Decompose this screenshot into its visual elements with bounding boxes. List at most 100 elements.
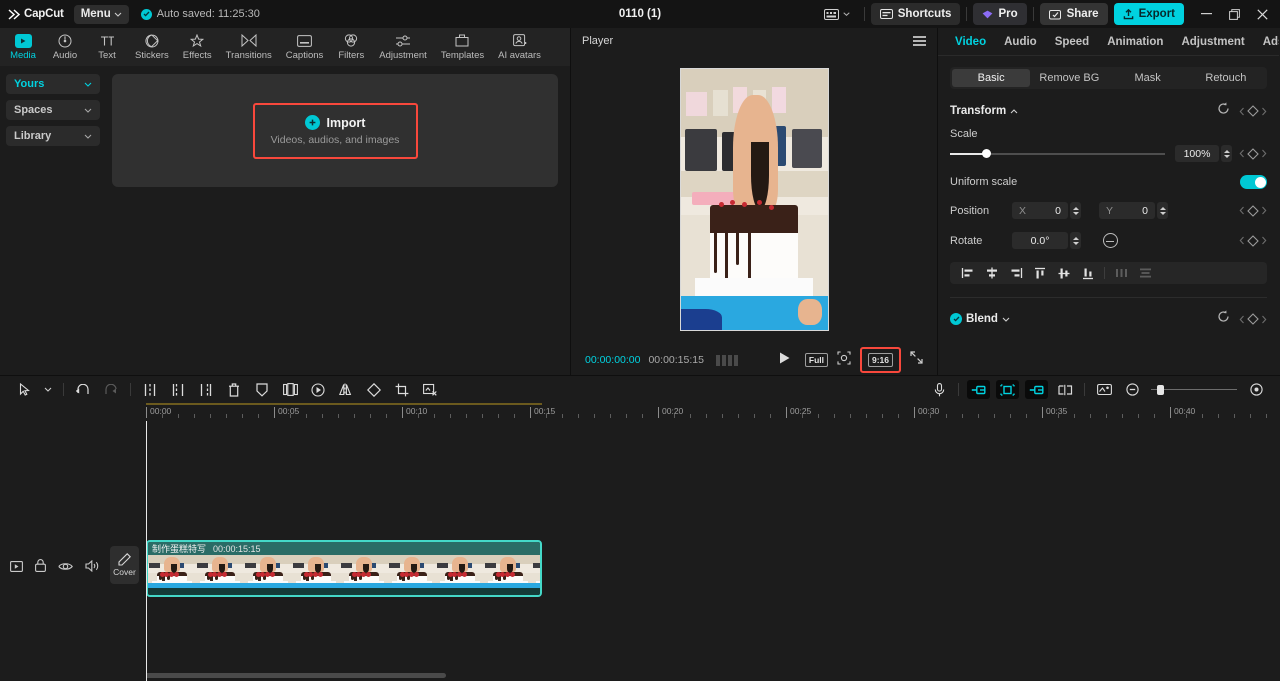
reset-icon[interactable] bbox=[1217, 102, 1230, 120]
timeline-ruler[interactable]: 00:00 00:05 00:10 00:15 00:20 00:25 00:30 00:35… bbox=[0, 403, 1280, 421]
video-preview[interactable] bbox=[679, 68, 829, 331]
tab-animation[interactable]: Animation bbox=[1098, 36, 1172, 48]
cover-frame-icon[interactable] bbox=[1090, 377, 1118, 402]
scale-slider[interactable] bbox=[950, 147, 1165, 161]
mirror-icon[interactable] bbox=[332, 377, 360, 402]
menu-button[interactable]: Menu bbox=[73, 4, 129, 24]
split-right-icon[interactable] bbox=[192, 377, 220, 402]
keyframe-control[interactable] bbox=[1239, 105, 1267, 117]
undo-icon[interactable] bbox=[69, 377, 97, 402]
reset-icon[interactable] bbox=[1217, 310, 1230, 328]
nav-tab-transitions[interactable]: Transitions bbox=[219, 28, 279, 66]
position-y-stepper[interactable] bbox=[1157, 202, 1168, 219]
import-button[interactable]: Import Videos, audios, and images bbox=[252, 102, 418, 159]
rotate-icon[interactable] bbox=[360, 377, 388, 402]
nav-tab-adjustment[interactable]: Adjustment bbox=[372, 28, 434, 66]
tab-adjustment[interactable]: Adjustment bbox=[1172, 36, 1253, 48]
crop-preview-icon[interactable] bbox=[837, 350, 851, 370]
freeze-frame-icon[interactable] bbox=[276, 377, 304, 402]
mask-shield-icon[interactable] bbox=[248, 377, 276, 402]
align-right-icon[interactable] bbox=[1004, 262, 1028, 284]
quality-button[interactable]: Full bbox=[804, 352, 828, 368]
export-button[interactable]: Export bbox=[1113, 3, 1184, 25]
rotate-keyframe-control[interactable] bbox=[1239, 234, 1267, 247]
timeline-clip[interactable]: 制作蛋糕特写 00:00:15:15 bbox=[146, 540, 542, 597]
remove-bg-icon[interactable] bbox=[416, 377, 444, 402]
shortcuts-button[interactable]: Shortcuts bbox=[870, 3, 961, 25]
pro-button[interactable]: Pro bbox=[973, 3, 1027, 25]
tab-audio[interactable]: Audio bbox=[995, 36, 1046, 48]
keyboard-layout-selector[interactable] bbox=[816, 3, 858, 25]
play-button[interactable] bbox=[778, 351, 791, 370]
volume-icon[interactable] bbox=[85, 559, 99, 577]
resize-handle-top-right[interactable] bbox=[821, 69, 828, 76]
position-x-field[interactable]: X 0 bbox=[1012, 202, 1068, 219]
distribute-vertical-icon[interactable] bbox=[1133, 262, 1157, 284]
resize-handle-top-left[interactable] bbox=[681, 69, 688, 76]
zoom-in-icon[interactable] bbox=[1242, 377, 1270, 402]
resize-handle-bottom-left[interactable] bbox=[681, 323, 688, 330]
sub-tab-remove-bg[interactable]: Remove BG bbox=[1030, 69, 1108, 87]
timeline-mode-icon[interactable] bbox=[1051, 377, 1079, 402]
tab-video[interactable]: Video bbox=[946, 36, 995, 48]
nav-tab-filters[interactable]: Filters bbox=[330, 28, 372, 66]
speed-ramp-icon[interactable] bbox=[304, 377, 332, 402]
adsorption-icon[interactable] bbox=[967, 380, 990, 399]
scale-stepper[interactable] bbox=[1221, 145, 1232, 162]
redo-icon[interactable] bbox=[97, 377, 125, 402]
playhead[interactable] bbox=[146, 421, 147, 681]
rotate-field[interactable]: 0.0° bbox=[1012, 232, 1068, 249]
distribute-horizontal-icon[interactable] bbox=[1109, 262, 1133, 284]
cover-button[interactable]: Cover bbox=[110, 546, 139, 584]
sub-tab-retouch[interactable]: Retouch bbox=[1187, 69, 1265, 87]
tab-ads[interactable]: Ads bbox=[1254, 36, 1279, 48]
select-arrow-icon[interactable] bbox=[10, 377, 38, 402]
scrollbar-thumb[interactable] bbox=[106, 673, 446, 678]
scale-keyframe-control[interactable] bbox=[1239, 147, 1267, 160]
rotate-dial[interactable] bbox=[1103, 233, 1118, 248]
slider-knob[interactable] bbox=[982, 149, 991, 158]
zoom-out-icon[interactable] bbox=[1118, 377, 1146, 402]
microphone-icon[interactable] bbox=[925, 377, 953, 402]
sidebar-item-yours[interactable]: Yours bbox=[6, 74, 100, 94]
close-button[interactable] bbox=[1248, 1, 1276, 27]
nav-tab-templates[interactable]: Templates bbox=[434, 28, 491, 66]
sidebar-item-spaces[interactable]: Spaces bbox=[6, 100, 100, 120]
rotate-stepper[interactable] bbox=[1070, 232, 1081, 249]
eye-icon[interactable] bbox=[58, 559, 73, 577]
split-left-icon[interactable] bbox=[164, 377, 192, 402]
nav-tab-text[interactable]: Text bbox=[86, 28, 128, 66]
nav-tab-media[interactable]: Media bbox=[2, 28, 44, 66]
delete-icon[interactable] bbox=[220, 377, 248, 402]
blend-keyframe-control[interactable] bbox=[1239, 313, 1267, 325]
zoom-slider-knob[interactable] bbox=[1157, 384, 1164, 395]
fullscreen-icon[interactable] bbox=[910, 351, 923, 369]
align-bottom-icon[interactable] bbox=[1076, 262, 1100, 284]
nav-tab-effects[interactable]: Effects bbox=[176, 28, 219, 66]
split-icon[interactable] bbox=[136, 377, 164, 402]
player-menu-icon[interactable] bbox=[913, 36, 926, 46]
blend-checkbox[interactable] bbox=[950, 313, 962, 325]
tab-speed[interactable]: Speed bbox=[1046, 36, 1099, 48]
align-center-horizontal-icon[interactable] bbox=[980, 262, 1004, 284]
resize-handle-bottom-right[interactable] bbox=[821, 323, 828, 330]
align-middle-vertical-icon[interactable] bbox=[1052, 262, 1076, 284]
position-y-field[interactable]: Y 0 bbox=[1099, 202, 1155, 219]
uniform-scale-toggle[interactable] bbox=[1240, 175, 1267, 189]
select-dropdown-icon[interactable] bbox=[38, 377, 58, 402]
lock-icon[interactable] bbox=[35, 559, 46, 577]
link-icon[interactable] bbox=[1025, 380, 1048, 399]
crop-icon[interactable] bbox=[388, 377, 416, 402]
nav-tab-stickers[interactable]: Stickers bbox=[128, 28, 176, 66]
nav-tab-audio[interactable]: Audio bbox=[44, 28, 86, 66]
timeline-zoom-slider[interactable] bbox=[1151, 384, 1237, 396]
nav-tab-ai-avatars[interactable]: AI avatars bbox=[491, 28, 548, 66]
auto-snap-icon[interactable] bbox=[996, 380, 1019, 399]
nav-tab-captions[interactable]: Captions bbox=[279, 28, 331, 66]
position-keyframe-control[interactable] bbox=[1239, 204, 1267, 217]
maximize-button[interactable] bbox=[1220, 1, 1248, 27]
align-top-icon[interactable] bbox=[1028, 262, 1052, 284]
timeline-scrollbar[interactable] bbox=[106, 673, 1268, 678]
scale-value[interactable]: 100% bbox=[1175, 145, 1219, 162]
align-left-icon[interactable] bbox=[956, 262, 980, 284]
